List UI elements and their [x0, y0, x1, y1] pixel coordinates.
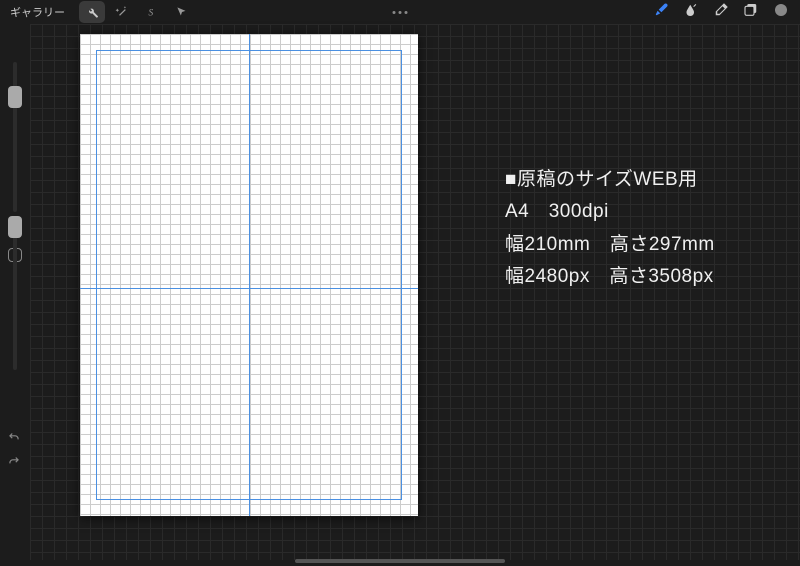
annotation-line: A4 300dpi — [505, 196, 715, 228]
redo-icon — [7, 454, 21, 468]
adjustments-button[interactable] — [79, 1, 105, 23]
home-indicator — [295, 559, 505, 563]
wrench-icon — [85, 5, 99, 19]
left-sidebar — [0, 24, 30, 566]
guide-vertical — [249, 34, 250, 516]
smudge-button[interactable] — [682, 1, 700, 24]
eraser-button[interactable] — [712, 1, 730, 24]
annotation-text: ■原稿のサイズWEB用 A4 300dpi 幅210mm 高さ297mm 幅24… — [505, 164, 715, 293]
annotation-line: 幅2480px 高さ3508px — [505, 261, 715, 293]
toolbar-right-group — [652, 1, 790, 24]
brush-icon — [652, 1, 670, 19]
dot-icon — [405, 11, 408, 14]
s-icon: S — [145, 5, 159, 19]
layers-icon — [742, 1, 760, 19]
brush-size-slider[interactable] — [13, 62, 17, 212]
eraser-icon — [712, 1, 730, 19]
undo-icon — [7, 430, 21, 444]
brush-button[interactable] — [652, 1, 670, 24]
gallery-button[interactable]: ギャラリー — [10, 4, 65, 20]
svg-text:S: S — [149, 9, 154, 19]
slider-thumb[interactable] — [8, 216, 22, 238]
layers-button[interactable] — [742, 1, 760, 24]
transform-button[interactable] — [169, 1, 195, 23]
modify-menu-button[interactable] — [393, 11, 408, 14]
app-root: ギャラリー S — [0, 0, 800, 566]
magic-wand-button[interactable] — [109, 1, 135, 23]
smudge-icon — [682, 1, 700, 19]
cursor-icon — [175, 5, 189, 19]
canvas-viewport[interactable]: ■原稿のサイズWEB用 A4 300dpi 幅210mm 高さ297mm 幅24… — [30, 24, 800, 560]
color-circle-icon — [772, 1, 790, 19]
guide-horizontal — [80, 288, 418, 289]
redo-button[interactable] — [7, 454, 21, 473]
slider-thumb[interactable] — [8, 86, 22, 108]
toolbar-left-group: ギャラリー S — [10, 1, 195, 23]
artboard[interactable] — [80, 34, 418, 516]
dot-icon — [393, 11, 396, 14]
annotation-line: 幅210mm 高さ297mm — [505, 229, 715, 261]
selection-button[interactable]: S — [139, 1, 165, 23]
undo-button[interactable] — [7, 430, 21, 449]
brush-opacity-slider[interactable] — [13, 220, 17, 370]
wand-icon — [115, 5, 129, 19]
top-toolbar: ギャラリー S — [0, 0, 800, 24]
annotation-line: ■原稿のサイズWEB用 — [505, 164, 715, 196]
dot-icon — [399, 11, 402, 14]
color-button[interactable] — [772, 1, 790, 24]
